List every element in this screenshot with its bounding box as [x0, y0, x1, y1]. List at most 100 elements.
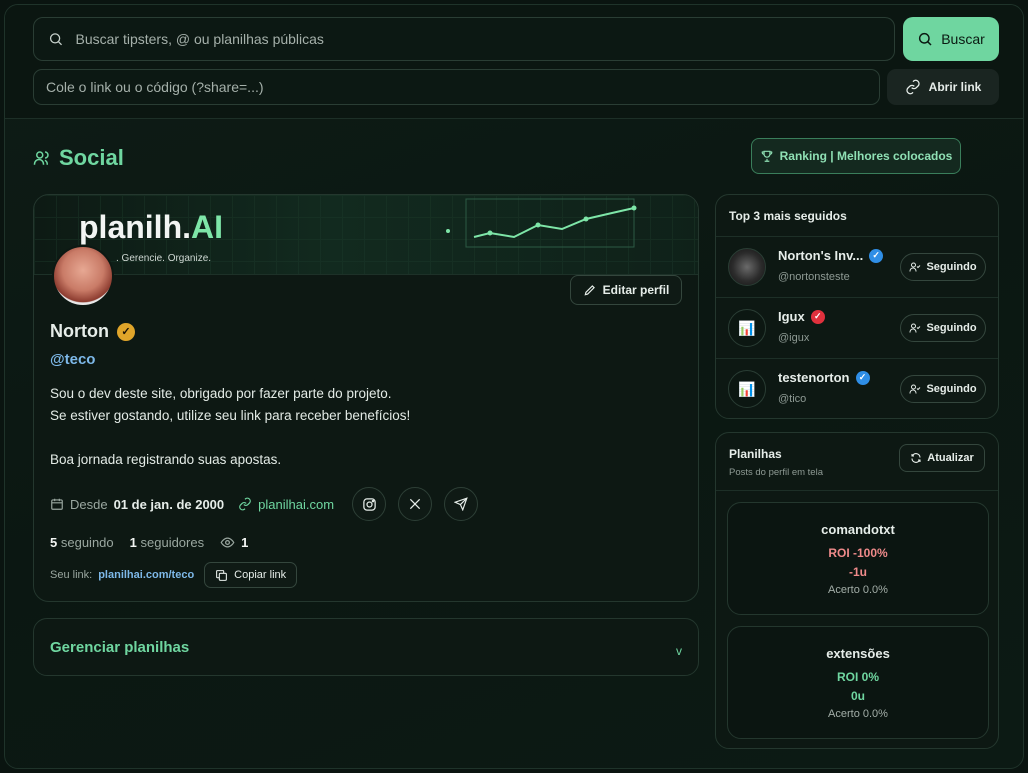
instagram-button[interactable] [352, 487, 387, 521]
open-link-button[interactable]: Abrir link [887, 69, 999, 105]
pencil-icon [584, 285, 595, 296]
banner-tagline: . Gerencie. Organize. [116, 253, 212, 264]
verified-badge-icon: ✓ [855, 370, 870, 385]
profile-stats: 5 seguindo 1 seguidores 1 [50, 535, 248, 550]
profile-card: planilh.AI . Gerencie. Organize. Editar … [33, 194, 699, 602]
user-name[interactable]: Igux ✓ [778, 309, 825, 324]
telegram-button[interactable] [444, 487, 479, 521]
bar-chart-icon[interactable]: 📊 [728, 370, 766, 408]
calendar-icon [51, 498, 63, 510]
x-logo-icon [409, 498, 421, 510]
sheet-roi: ROI -100% [828, 546, 888, 560]
search-button-label: Buscar [941, 31, 985, 47]
followed-user-row: 📊 testenorton ✓ @tico Seguindo [716, 359, 998, 418]
user-handle: @igux [778, 332, 810, 344]
profile-handle[interactable]: @teco [50, 351, 95, 368]
banner-chart-graphic [446, 198, 637, 248]
user-check-icon [909, 323, 921, 333]
top-bar: Buscar Abrir link [5, 5, 1023, 119]
app-frame: Buscar Abrir link Social Ranking | Melho… [4, 4, 1024, 769]
sheet-name: comandotxt [821, 522, 895, 537]
edit-profile-button[interactable]: Editar perfil [570, 275, 682, 305]
users-icon [33, 151, 49, 165]
copy-icon [216, 569, 228, 581]
sheet-card[interactable]: extensões ROI 0% 0u Acerto 0.0% [727, 626, 989, 739]
sheet-accuracy: Acerto 0.0% [828, 584, 888, 596]
your-link-row: Seu link: planilhai.com/teco Copiar link [50, 562, 298, 588]
share-link-input[interactable] [46, 79, 879, 95]
profile-name-text: Norton [50, 321, 109, 341]
page-title-text: Social [59, 145, 124, 170]
copy-link-button[interactable]: Copiar link [204, 562, 298, 588]
following-button[interactable]: Seguindo [900, 314, 986, 342]
followed-user-row: Norton's Inv... ✓ @nortonsteste Seguindo [716, 237, 998, 298]
ranking-label: Ranking | Melhores colocados [779, 149, 953, 163]
search-input[interactable] [75, 31, 894, 47]
bio-line: Sou o dev deste site, obrigado por fazer… [50, 386, 392, 401]
profile-website-link[interactable]: planilhai.com [258, 497, 334, 512]
followers-stat[interactable]: 1 seguidores [130, 535, 204, 550]
sheet-units: -1u [849, 565, 867, 579]
bio-line: Boa jornada registrando suas apostas. [50, 452, 282, 467]
following-button[interactable]: Seguindo [900, 375, 986, 403]
refresh-button[interactable]: Atualizar [899, 444, 985, 472]
sheets-subtitle: Posts do perfil em tela [729, 467, 823, 478]
profile-name: Norton ✓ [50, 321, 135, 342]
verified-badge-icon: ✓ [116, 322, 135, 341]
manage-sheets-title: Gerenciar planilhas [50, 638, 190, 656]
sheets-title: Planilhas [729, 447, 782, 461]
your-link-url[interactable]: planilhai.com/teco [98, 569, 194, 581]
verified-badge-icon: ✓ [810, 309, 825, 324]
share-link-box[interactable] [33, 69, 880, 105]
user-handle: @tico [778, 393, 807, 405]
open-link-label: Abrir link [928, 80, 982, 94]
sheet-units: 0u [850, 689, 865, 703]
chevron-down-icon: v [676, 644, 682, 658]
views-stat: 1 [220, 535, 248, 550]
search-button[interactable]: Buscar [903, 17, 999, 61]
ranking-button[interactable]: Ranking | Melhores colocados [751, 138, 961, 174]
user-handle: @nortonsteste [778, 271, 850, 283]
profile-bio: Sou o dev deste site, obrigado por fazer… [50, 383, 410, 471]
since-date: 01 de jan. de 2000 [113, 496, 225, 512]
sheet-accuracy: Acerto 0.0% [828, 708, 888, 720]
sheet-card[interactable]: comandotxt ROI -100% -1u Acerto 0.0% [727, 502, 989, 615]
sheets-header: Planilhas Posts do perfil em tela Atuali… [716, 433, 998, 491]
since-prefix: Desde [70, 496, 108, 512]
sheets-panel: Planilhas Posts do perfil em tela Atuali… [715, 432, 999, 749]
manage-sheets-accordion[interactable]: Gerenciar planilhas v [33, 618, 699, 676]
edit-profile-label: Editar perfil [602, 283, 670, 297]
user-check-icon [909, 384, 921, 394]
instagram-icon [362, 497, 376, 511]
top-followed-title: Top 3 mais seguidos [716, 195, 998, 237]
profile-avatar[interactable] [52, 245, 114, 307]
send-icon [454, 497, 468, 511]
sheet-roi: ROI 0% [836, 670, 879, 684]
sheet-name: extensões [826, 646, 890, 661]
user-name[interactable]: testenorton ✓ [778, 370, 870, 385]
x-button[interactable] [398, 487, 433, 521]
refresh-icon [911, 453, 921, 463]
link-icon [906, 79, 920, 95]
user-avatar[interactable] [728, 248, 766, 286]
following-button[interactable]: Seguindo [900, 253, 986, 281]
profile-meta: Desde 01 de jan. de 2000 planilhai.com [50, 487, 479, 521]
link-icon [239, 497, 251, 511]
bio-line: Se estiver gostando, utilize seu link pa… [50, 408, 411, 423]
profile-banner: planilh.AI . Gerencie. Organize. [34, 195, 698, 275]
following-stat[interactable]: 5 seguindo [50, 535, 114, 550]
verified-badge-icon: ✓ [869, 248, 884, 263]
top-followed-panel: Top 3 mais seguidos Norton's Inv... ✓ @no… [715, 194, 999, 419]
your-link-label: Seu link: [50, 569, 93, 581]
search-icon [49, 33, 63, 46]
followed-user-row: 📊 Igux ✓ @igux Seguindo [716, 298, 998, 359]
copy-link-label: Copiar link [234, 569, 287, 581]
trophy-icon [761, 150, 772, 162]
bar-chart-icon[interactable]: 📊 [728, 309, 766, 347]
page-title: Social [33, 145, 124, 171]
user-check-icon [909, 262, 921, 272]
user-name[interactable]: Norton's Inv... ✓ [778, 248, 884, 263]
eye-icon [220, 537, 235, 548]
banner-logo: planilh.AI [79, 209, 223, 245]
search-box[interactable] [33, 17, 895, 61]
